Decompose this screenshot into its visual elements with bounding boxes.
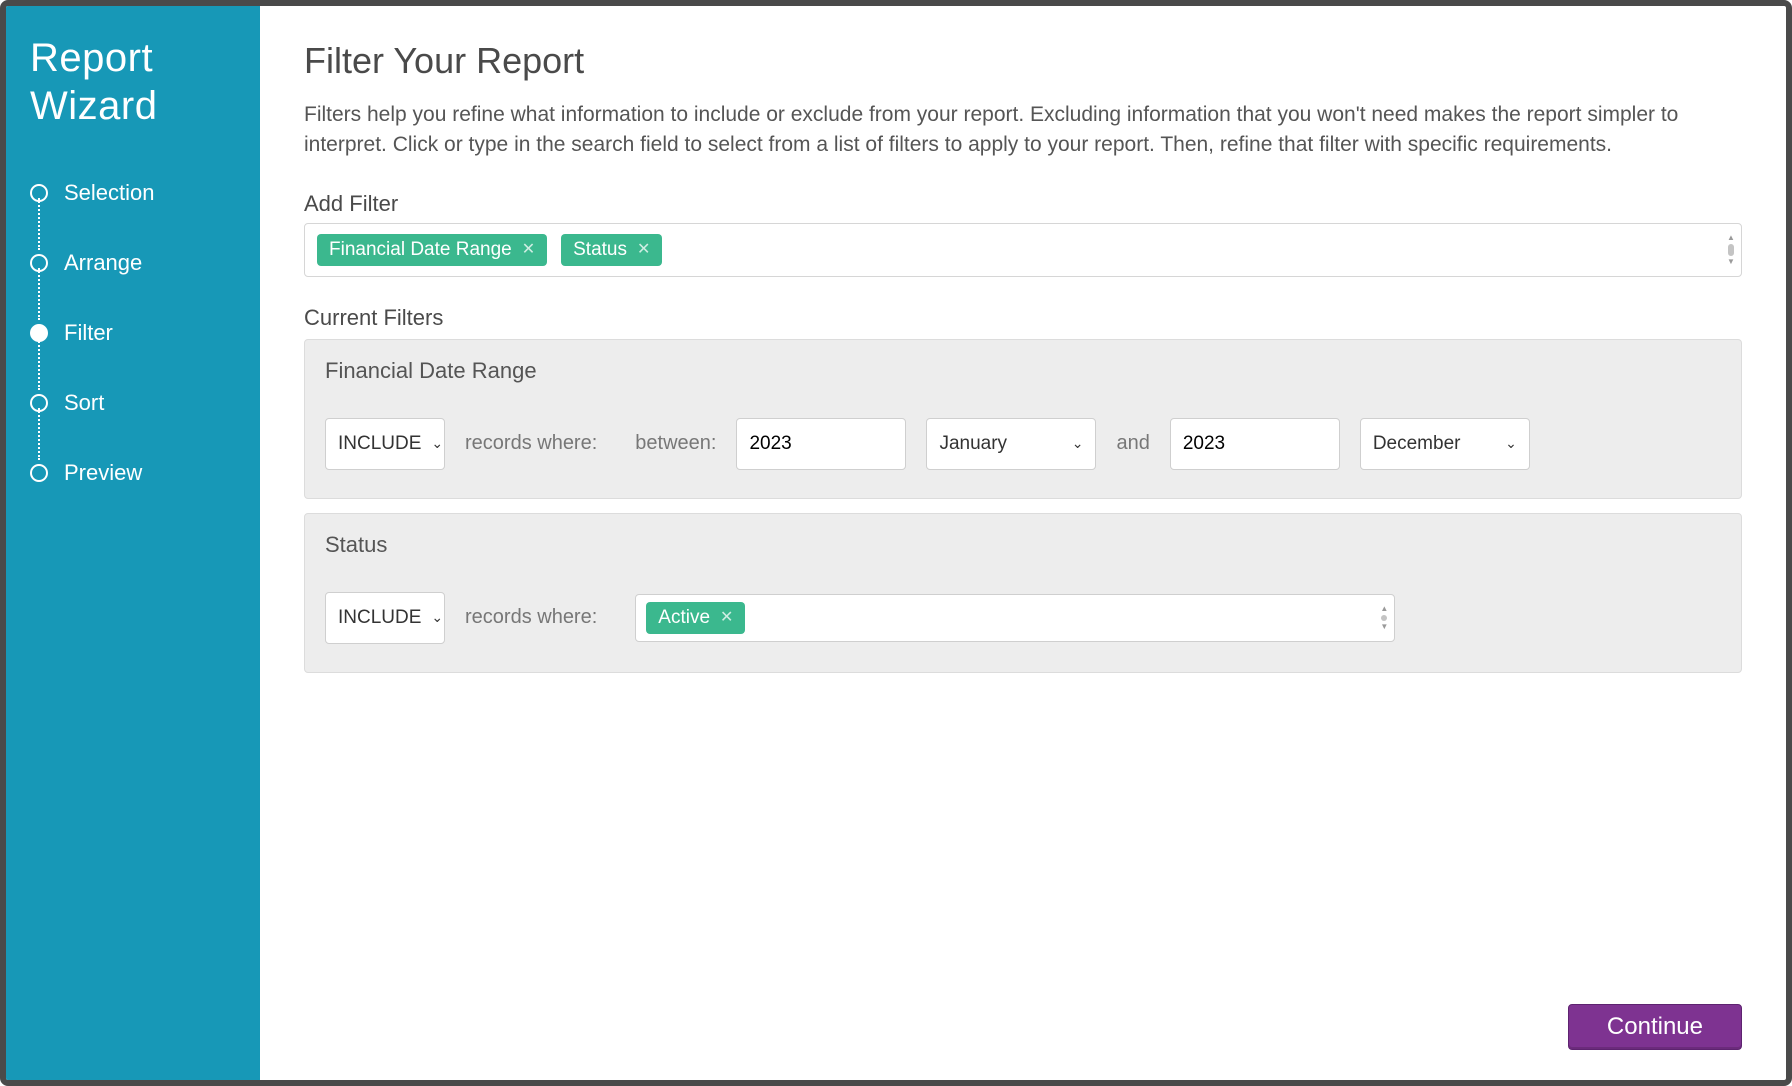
chevron-down-icon: ⌄	[1072, 435, 1084, 452]
remove-chip-icon[interactable]: ✕	[637, 242, 650, 258]
step-selection[interactable]: Selection	[30, 158, 236, 228]
page-title: Filter Your Report	[304, 40, 1742, 82]
from-month-select[interactable]: January ⌄	[926, 418, 1096, 470]
step-connector	[38, 198, 40, 250]
step-arrange[interactable]: Arrange	[30, 228, 236, 298]
add-filter-chips: Financial Date Range ✕ Status ✕	[317, 234, 1729, 266]
step-dot-icon	[30, 254, 48, 272]
step-label: Arrange	[64, 250, 142, 276]
filter-row: INCLUDE ⌄ records where: Active ✕ ▲ ▼	[325, 592, 1721, 644]
scroll-thumb	[1728, 244, 1734, 256]
chip-label: Status	[573, 239, 627, 261]
step-label: Filter	[64, 320, 113, 346]
scroll-up-icon: ▲	[1380, 605, 1388, 613]
select-value: INCLUDE	[338, 607, 421, 629]
chevron-down-icon: ⌄	[1505, 435, 1517, 452]
step-connector	[38, 338, 40, 390]
to-year-input[interactable]	[1170, 418, 1340, 470]
main-panel: Filter Your Report Filters help you refi…	[260, 6, 1786, 1080]
step-filter[interactable]: Filter	[30, 298, 236, 368]
step-sort[interactable]: Sort	[30, 368, 236, 438]
combo-scrollbar[interactable]: ▲ ▼	[1380, 605, 1388, 631]
footer: Continue	[304, 984, 1742, 1050]
scroll-down-icon: ▼	[1727, 258, 1735, 266]
add-filter-label: Add Filter	[304, 191, 1742, 217]
add-filter-combo[interactable]: Financial Date Range ✕ Status ✕ ▲ ▼	[304, 223, 1742, 277]
select-value: December	[1373, 433, 1461, 455]
and-label: and	[1116, 432, 1149, 455]
to-month-select[interactable]: December ⌄	[1360, 418, 1530, 470]
step-dot-icon	[30, 464, 48, 482]
step-dot-icon	[30, 184, 48, 202]
page-description: Filters help you refine what information…	[304, 100, 1724, 161]
step-label: Selection	[64, 180, 155, 206]
continue-button[interactable]: Continue	[1568, 1004, 1742, 1050]
from-year-field[interactable]	[749, 433, 893, 455]
step-connector	[38, 268, 40, 320]
filter-card-status: Status INCLUDE ⌄ records where: Active ✕…	[304, 513, 1742, 673]
step-dot-icon	[30, 324, 48, 342]
filter-chip-financial-date-range[interactable]: Financial Date Range ✕	[317, 234, 547, 266]
remove-chip-icon[interactable]: ✕	[522, 242, 535, 258]
include-exclude-select[interactable]: INCLUDE ⌄	[325, 418, 445, 470]
status-value-combo[interactable]: Active ✕ ▲ ▼	[635, 594, 1395, 642]
filter-chip-status[interactable]: Status ✕	[561, 234, 662, 266]
step-preview[interactable]: Preview	[30, 438, 236, 508]
scroll-up-icon: ▲	[1727, 234, 1735, 242]
select-value: INCLUDE	[338, 433, 421, 455]
records-where-label: records where:	[465, 606, 597, 629]
filter-row: INCLUDE ⌄ records where: between: Januar…	[325, 418, 1721, 470]
status-chip-active[interactable]: Active ✕	[646, 602, 745, 634]
remove-chip-icon[interactable]: ✕	[720, 610, 733, 626]
wizard-steps: Selection Arrange Filter Sort Preview	[30, 158, 236, 508]
chevron-down-icon: ⌄	[431, 435, 443, 452]
step-label: Preview	[64, 460, 142, 486]
filter-card-title: Financial Date Range	[325, 358, 1721, 384]
between-label: between:	[635, 432, 716, 455]
chevron-down-icon: ⌄	[431, 609, 443, 626]
combo-scrollbar[interactable]: ▲ ▼	[1727, 234, 1735, 266]
filter-card-financial-date-range: Financial Date Range INCLUDE ⌄ records w…	[304, 339, 1742, 499]
from-year-input[interactable]	[736, 418, 906, 470]
filter-card-title: Status	[325, 532, 1721, 558]
step-label: Sort	[64, 390, 104, 416]
current-filters-label: Current Filters	[304, 305, 1742, 331]
chip-label: Active	[658, 607, 710, 629]
select-value: January	[939, 433, 1007, 455]
scroll-thumb	[1381, 615, 1387, 621]
step-dot-icon	[30, 394, 48, 412]
records-where-label: records where:	[465, 432, 597, 455]
include-exclude-select[interactable]: INCLUDE ⌄	[325, 592, 445, 644]
wizard-sidebar: Report Wizard Selection Arrange Filter S…	[6, 6, 260, 1080]
step-connector	[38, 408, 40, 460]
to-year-field[interactable]	[1183, 433, 1327, 455]
app-frame: Report Wizard Selection Arrange Filter S…	[0, 0, 1792, 1086]
chip-label: Financial Date Range	[329, 239, 512, 261]
sidebar-title: Report Wizard	[30, 34, 236, 130]
scroll-down-icon: ▼	[1380, 623, 1388, 631]
